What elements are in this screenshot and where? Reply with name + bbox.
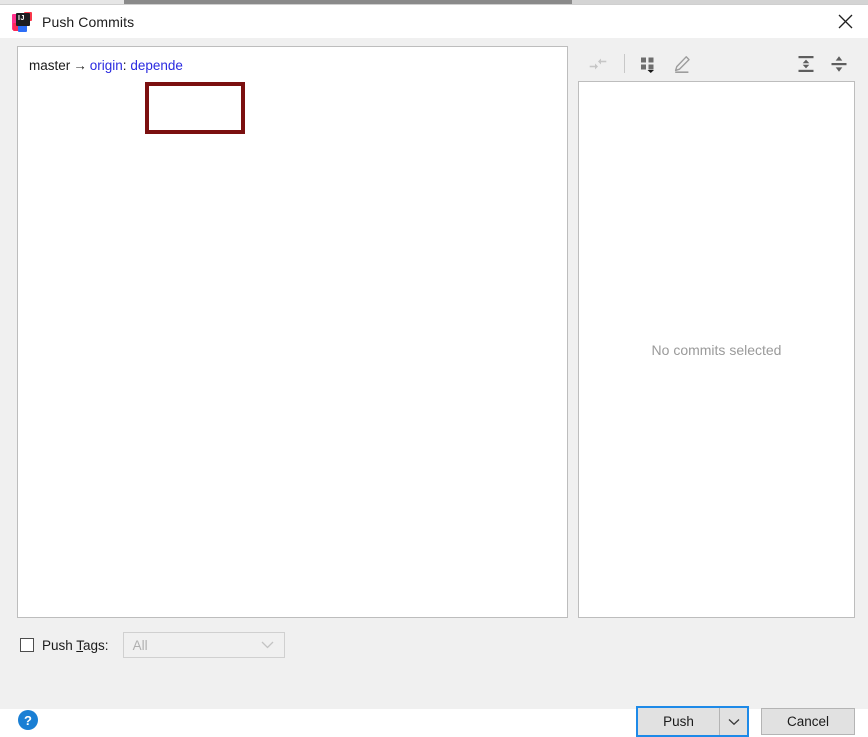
help-button[interactable]: ? — [18, 710, 38, 730]
local-branch-label: master — [29, 58, 71, 73]
grid-view-icon[interactable] — [635, 51, 661, 77]
remote-name-link[interactable]: origin — [90, 58, 123, 73]
dialog-content: master → origin: depende No commits sele… — [0, 38, 868, 737]
push-tags-row: Push Tags: All — [20, 632, 285, 658]
expand-all-icon[interactable] — [793, 51, 819, 77]
push-tags-select[interactable]: All — [122, 632, 285, 658]
details-toolbar — [578, 46, 855, 81]
push-button-group: Push — [636, 706, 749, 737]
push-dropdown-button[interactable] — [720, 708, 747, 735]
commit-list-panel[interactable]: master → origin: depende — [17, 46, 568, 618]
empty-state-message: No commits selected — [651, 341, 782, 358]
push-button[interactable]: Push — [638, 708, 720, 735]
push-spec-separator: : — [122, 58, 127, 73]
remote-branch-link[interactable]: depende — [130, 58, 183, 73]
cancel-button[interactable]: Cancel — [761, 708, 855, 735]
title-bar: IJ Push Commits — [0, 5, 868, 38]
push-tags-label-suffix: ags: — [83, 637, 109, 653]
push-tags-select-value: All — [132, 637, 148, 653]
page-title: Push Commits — [42, 13, 135, 30]
collapse-all-icon[interactable] — [826, 51, 852, 77]
push-tags-label-prefix: Push — [42, 637, 77, 653]
collapse-arrows-icon[interactable] — [585, 51, 611, 77]
chevron-down-icon — [728, 714, 740, 729]
push-tags-checkbox[interactable] — [20, 638, 34, 652]
push-tags-label: Push Tags: — [42, 638, 109, 653]
close-icon[interactable] — [822, 5, 868, 38]
toolbar-separator — [624, 54, 625, 73]
chevron-down-icon — [261, 638, 274, 653]
commit-details-panel[interactable]: No commits selected — [578, 81, 855, 618]
push-spec-row[interactable]: master → origin: depende — [18, 47, 567, 75]
push-arrow-icon: → — [73, 58, 87, 73]
edit-pencil-icon[interactable] — [668, 51, 694, 77]
intellij-idea-icon: IJ — [12, 11, 32, 32]
